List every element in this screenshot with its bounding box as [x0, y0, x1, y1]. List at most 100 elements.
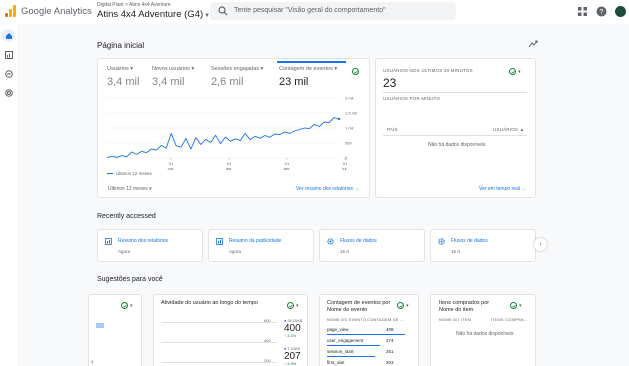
property-selector[interactable]: Atins 4x4 Adventure (G4)▼ [97, 9, 210, 20]
metric-new-users[interactable]: Novos usuários ▾ 3,4 mil [152, 66, 194, 88]
recent-item-time: Agora [118, 249, 131, 254]
nav-reports-button[interactable] [2, 48, 15, 61]
event-bar [327, 334, 405, 335]
series-line-event-count [107, 117, 340, 159]
event-count-line-chart: 2 mil1,5 mil1 mil500001out.01jan.01abr.0… [107, 96, 357, 170]
gridline [161, 322, 277, 323]
user-activity-title: Atividade do usuário ao longo do tempo [161, 300, 258, 306]
settings-gear-icon [438, 238, 445, 245]
arrow-up-icon: ↑ [284, 333, 286, 338]
recent-item-reports-summary[interactable]: Resumo dos relatórios Agora [97, 229, 203, 262]
suggestion-card-partial [88, 294, 142, 366]
view-realtime-link[interactable]: Ver em tempo real → [479, 186, 526, 192]
recent-item-time: 16 ⁠d [451, 249, 460, 254]
suggestion-status[interactable]: ▾ [121, 302, 133, 309]
carousel-prev-button[interactable]: ‹ [91, 357, 94, 366]
search-input[interactable]: Tente pesquisar "Visão geral do comporta… [210, 2, 456, 20]
no-data-message: Não há dados disponíveis [428, 142, 486, 148]
series-last-point [337, 117, 341, 121]
svg-text:?: ? [600, 9, 604, 16]
avatar[interactable] [615, 6, 626, 17]
page-title: Página inicial [97, 41, 145, 50]
recent-item-title: Resumo dos relatórios [118, 238, 169, 244]
recent-item-title: Fluxos de dados [340, 238, 377, 244]
bar-chart-icon [216, 238, 223, 245]
y-axis-tick: 600 [264, 318, 271, 323]
activity-status[interactable]: ▾ [287, 302, 299, 309]
chevron-left-icon: ‹ [91, 357, 94, 366]
column-header-event-count: CONTAGEM DE ... [367, 317, 404, 322]
metric-label: Sessões engajadas [211, 66, 260, 72]
insights-trend-icon[interactable] [528, 39, 538, 49]
view-reports-summary-link[interactable]: Ver resumo dos relatórios → [296, 186, 359, 192]
column-header-label: USUÁRIOS [493, 127, 519, 132]
y-axis-tick: 2 mil [345, 96, 354, 101]
items-purchased-title: Itens comprados por Nome do item [439, 300, 489, 314]
card-title-line: Contagem de eventos por [327, 300, 391, 306]
help-icon[interactable]: ? [596, 6, 607, 17]
column-header-country[interactable]: PAÍS [387, 127, 398, 132]
chevron-down-icon: ▾ [191, 66, 195, 72]
carousel-next-button[interactable]: › [534, 238, 547, 251]
chevron-down-icon: ▾ [296, 302, 299, 309]
recent-item-title: Fluxos de dados [451, 238, 488, 244]
chart-legend: Últimos 12 meses [107, 171, 152, 176]
breadcrumb[interactable]: Digital Plant > Atins 4x4 Aventure [97, 2, 171, 8]
recent-item-data-streams[interactable]: Fluxos de dados 16 ⁠d [319, 229, 425, 262]
metric-value: 3,4 mil [107, 76, 140, 88]
check-circle-icon [510, 302, 517, 309]
brand-name[interactable]: Google Analytics [21, 6, 92, 17]
column-header-items-purchased: ITENS COMPRA... [491, 317, 528, 322]
event-bar [327, 356, 375, 357]
recent-item-time: Agora [229, 249, 242, 254]
divider [383, 135, 527, 136]
recent-item-data-streams[interactable]: Fluxos de dados 16 ⁠d [430, 229, 536, 262]
advertising-icon [4, 88, 13, 97]
y-axis-tick: 200 [264, 358, 271, 363]
divider [383, 92, 527, 93]
metric-users[interactable]: Usuários ▾ 3,4 mil [107, 66, 139, 88]
x-axis-tick-month: jul. [341, 166, 347, 170]
event-count-title: Contagem de eventos por Nome do evento [327, 300, 390, 314]
gridline [161, 362, 277, 363]
gridline [161, 342, 277, 343]
metric-value: 2,6 mil [211, 76, 244, 88]
events-status[interactable]: ▾ [397, 302, 409, 309]
chevron-down-icon: ▾ [149, 186, 152, 192]
recent-item-advertising-summary[interactable]: Resumo da publicidade Agora [208, 229, 314, 262]
activity-7d-delta: ↑ 4,9% [284, 361, 296, 366]
x-axis-tick-month: jan. [225, 166, 232, 170]
x-axis-tick-month: out. [168, 166, 175, 170]
analytics-logo-icon[interactable] [5, 5, 16, 17]
realtime-status[interactable]: ▾ [509, 68, 521, 75]
recently-accessed-title: Recently accessed [97, 213, 156, 220]
suggestions-title: Sugestões para você [97, 276, 163, 283]
per-minute-label: USUÁRIOS POR MINUTO [383, 96, 441, 101]
delta-value: 3,1% [287, 333, 297, 338]
link-label: Ver resumo dos relatórios [296, 186, 353, 192]
metric-value: 23 mil [279, 76, 309, 88]
top-bar: Google Analytics Digital Plant > Atins 4… [0, 0, 629, 24]
nav-explore-button[interactable] [2, 67, 15, 80]
metric-engaged-sessions[interactable]: Sessões engajadas ▾ 2,6 mil [211, 66, 263, 88]
y-axis-tick: 500 [345, 141, 352, 146]
event-name-cell: user_engagement [327, 338, 364, 343]
check-circle-icon [287, 302, 294, 309]
metric-label: Usuários [107, 66, 129, 72]
metric-event-count[interactable]: Contagem de eventos ▾ 23 mil [279, 66, 337, 88]
event-count-cell: 274 [386, 338, 394, 343]
apps-grid-icon[interactable] [577, 6, 588, 17]
no-data-message: Não há dados disponíveis [456, 331, 514, 337]
chevron-down-icon: ▾ [334, 66, 338, 72]
items-status[interactable]: ▾ [510, 302, 522, 309]
chevron-down-icon: ▾ [406, 302, 409, 309]
column-header-users[interactable]: USUÁRIOS ▲ [493, 127, 524, 132]
nav-advertising-button[interactable] [2, 86, 15, 99]
data-quality-status[interactable] [352, 68, 359, 75]
card-title-line: Itens comprados por [439, 300, 490, 306]
nav-home-button[interactable] [2, 29, 15, 42]
sort-arrow-icon: ▲ [519, 127, 525, 132]
check-circle-icon [352, 68, 359, 75]
metric-value: 3,4 mil [152, 76, 185, 88]
date-range-selector[interactable]: Últimos 12 meses ▾ [108, 186, 152, 192]
